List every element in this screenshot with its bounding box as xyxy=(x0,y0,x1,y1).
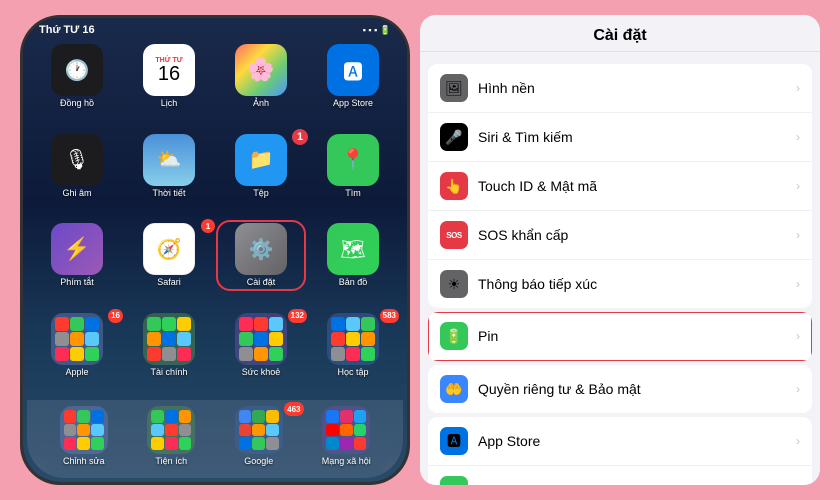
app-label-safari: Safari xyxy=(157,277,181,287)
app-label-donghoo: Đồng hồ xyxy=(60,98,94,108)
dock-chinhedit[interactable]: Chỉnh sửa xyxy=(43,406,125,466)
app-lich[interactable]: THỨ TƯ 16 Lịch xyxy=(127,44,211,126)
app-label-suckhoe: Sức khoẻ xyxy=(242,367,281,377)
app-folder-taichinh[interactable]: Tài chính xyxy=(127,313,211,395)
quyenriengtu-label: Quyền riêng tư & Bảo mật xyxy=(478,381,796,397)
dock-label-mangxahoi: Mạng xã hội xyxy=(322,456,371,466)
app-label-tep: Tệp xyxy=(253,188,269,198)
settings-section-1: 🖼 Hình nền › 🎤 Siri & Tìm kiếm › 👆 xyxy=(428,64,812,308)
touchid-chevron: › xyxy=(796,179,800,193)
settings-row-quyenriengtu[interactable]: 🤲 Quyền riêng tư & Bảo mật › xyxy=(428,365,812,413)
app-folder-suckhoe[interactable]: 132 Sức khoẻ xyxy=(219,313,303,395)
siri-icon: 🎤 xyxy=(440,123,468,151)
appstore-label: App Store xyxy=(478,433,796,449)
hinnen-label: Hình nền xyxy=(478,80,796,96)
settings-header: Cài đặt xyxy=(420,15,820,52)
settings-title: Cài đặt xyxy=(593,27,646,45)
app-label-thoitiet: Thời tiết xyxy=(153,188,186,198)
thongbao-icon: ☀ xyxy=(440,270,468,298)
app-phimtat[interactable]: ⚡ Phím tắt xyxy=(35,223,119,305)
app-label-hoctap: Học tập xyxy=(337,367,368,377)
app-ghiam[interactable]: 🎙 Ghi âm xyxy=(35,134,119,216)
app-grid: 🕐 Đồng hồ THỨ TƯ 16 Lịch 🌸 Ảnh 🅰 App xyxy=(23,38,407,400)
touchid-icon: 👆 xyxy=(440,172,468,200)
settings-row-hinnen[interactable]: 🖼 Hình nền › xyxy=(428,64,812,113)
dock-google[interactable]: 463 Google xyxy=(218,406,300,466)
settings-row-vi[interactable]: 💳 Ví & Apple Pay › xyxy=(428,466,812,485)
status-time: Thứ TƯ 16 xyxy=(39,24,95,36)
dock-mangxahoi[interactable]: Mạng xã hội xyxy=(306,406,388,466)
settings-row-thongbao[interactable]: ☀ Thông báo tiếp xúc › xyxy=(428,260,812,308)
status-bar: Thứ TƯ 16 ▪ ▪ ▪ 🔋 xyxy=(23,18,407,38)
settings-row-appstore[interactable]: 🅰 App Store › xyxy=(428,417,812,466)
app-label-appstore: App Store xyxy=(333,98,373,108)
appstore-icon: 🅰 xyxy=(440,427,468,455)
app-label-ghiam: Ghi âm xyxy=(62,188,91,198)
pin-label: Pin xyxy=(478,328,796,344)
touchid-label: Touch ID & Mật mã xyxy=(478,178,796,194)
settings-row-pin[interactable]: 🔋 Pin › xyxy=(428,312,812,361)
status-icons: ▪ ▪ ▪ 🔋 xyxy=(363,25,391,36)
dock-label-chinhsua: Chỉnh sửa xyxy=(63,456,105,466)
app-anh[interactable]: 🌸 Ảnh xyxy=(219,44,303,126)
dock: Chỉnh sửa Tiện ích xyxy=(27,400,403,478)
settings-row-touchid[interactable]: 👆 Touch ID & Mật mã › xyxy=(428,162,812,211)
app-folder-apple[interactable]: 16 Apple xyxy=(35,313,119,395)
settings-row-sos[interactable]: SOS SOS khẩn cấp › xyxy=(428,211,812,260)
quyenriengtu-chevron: › xyxy=(796,382,800,396)
app-tim[interactable]: 📍 Tìm xyxy=(311,134,395,216)
hinnen-icon: 🖼 xyxy=(440,74,468,102)
settings-section-2: 🔋 Pin › 2 xyxy=(428,312,812,361)
dock-label-tienich: Tiện ích xyxy=(155,456,187,466)
pin-icon: 🔋 xyxy=(440,322,468,350)
app-label-taichinh: Tài chính xyxy=(150,367,187,377)
settings-list: 🖼 Hình nền › 🎤 Siri & Tìm kiếm › 👆 xyxy=(420,52,820,485)
siri-label: Siri & Tìm kiếm xyxy=(478,129,796,145)
settings-row-siri[interactable]: 🎤 Siri & Tìm kiếm › xyxy=(428,113,812,162)
sos-label: SOS khẩn cấp xyxy=(478,227,796,243)
app-safari[interactable]: 🧭 1 Safari xyxy=(127,223,211,305)
sos-chevron: › xyxy=(796,228,800,242)
vi-label: Ví & Apple Pay xyxy=(478,482,796,485)
app-label-anh: Ảnh xyxy=(253,98,269,108)
app-folder-hoctap[interactable]: 583 Học tập xyxy=(311,313,395,395)
app-caidat[interactable]: ⚙️ Cài đặt xyxy=(219,223,303,305)
appstore-chevron: › xyxy=(796,434,800,448)
sos-icon: SOS xyxy=(440,221,468,249)
siri-chevron: › xyxy=(796,130,800,144)
app-label-bando: Bản đồ xyxy=(339,277,368,287)
dock-label-google: Google xyxy=(244,456,273,466)
app-thoitiet[interactable]: ⛅ Thời tiết xyxy=(127,134,211,216)
vi-icon: 💳 xyxy=(440,476,468,485)
app-bando[interactable]: 🗺 Bản đồ xyxy=(311,223,395,305)
app-label-apple: Apple xyxy=(65,367,88,377)
pin-chevron: › xyxy=(796,329,800,343)
app-tep[interactable]: 📁 1 Tệp xyxy=(219,134,303,216)
phone-screen: Thứ TƯ 16 ▪ ▪ ▪ 🔋 🕐 Đồng hồ THỨ TƯ 16 Lị… xyxy=(20,15,410,485)
app-label-tim: Tìm xyxy=(345,188,361,198)
vi-chevron: › xyxy=(796,483,800,485)
settings-section-4: 🅰 App Store › 💳 Ví & Apple Pay › xyxy=(428,417,812,485)
settings-panel: Cài đặt 🖼 Hình nền › 🎤 Siri & xyxy=(420,15,820,485)
app-label-caidat: Cài đặt xyxy=(247,277,276,287)
thongbao-chevron: › xyxy=(796,277,800,291)
dock-tieních[interactable]: Tiện ích xyxy=(131,406,213,466)
app-appstore[interactable]: 🅰 App Store xyxy=(311,44,395,126)
app-label-lich: Lịch xyxy=(161,98,178,108)
hinnen-chevron: › xyxy=(796,81,800,95)
thongbao-label: Thông báo tiếp xúc xyxy=(478,276,796,292)
settings-section-3: 🤲 Quyền riêng tư & Bảo mật › xyxy=(428,365,812,413)
app-donghoo[interactable]: 🕐 Đồng hồ xyxy=(35,44,119,126)
app-label-phimtat: Phím tắt xyxy=(60,277,94,287)
quyenriengtu-icon: 🤲 xyxy=(440,375,468,403)
